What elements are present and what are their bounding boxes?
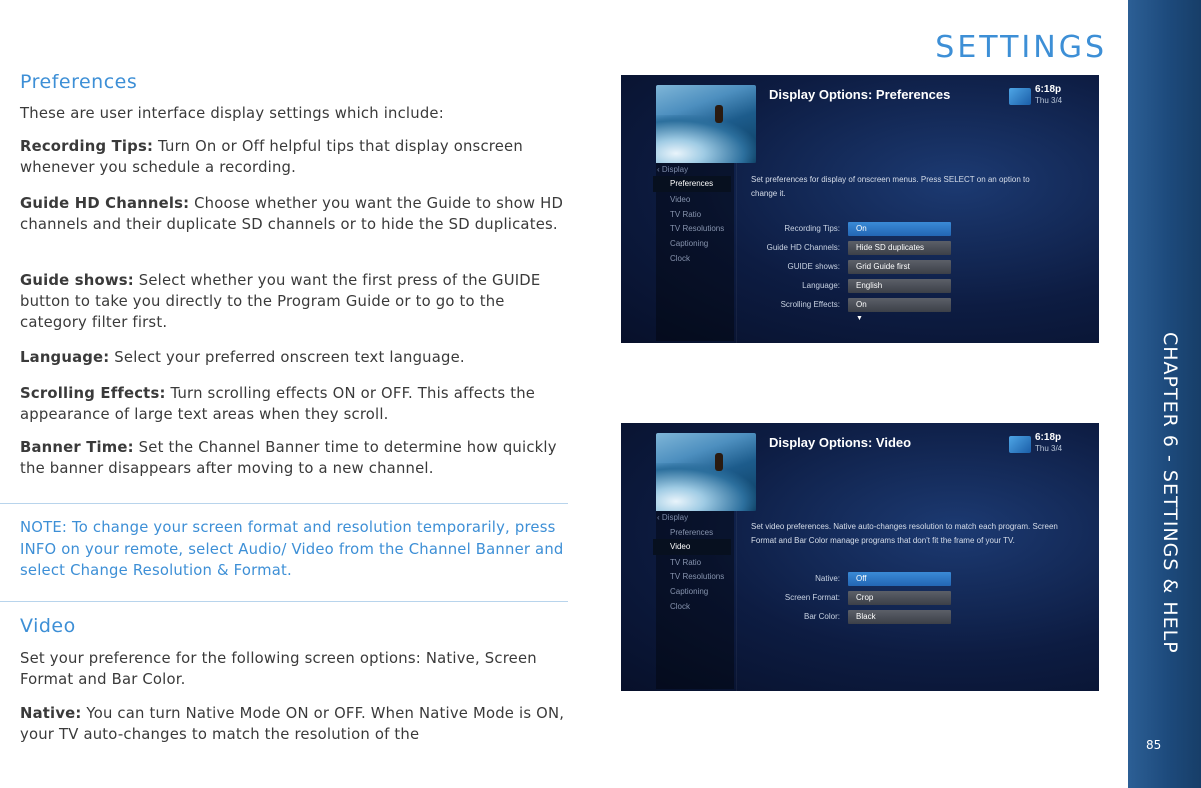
item-recording-tips: Recording Tips: Turn On or Off helpful t… <box>20 136 568 178</box>
menu-item-captioning[interactable]: Captioning <box>670 587 708 596</box>
row-label-scrolling: Scrolling Effects: <box>780 300 840 309</box>
item-guide-shows: Guide shows: Select whether you want the… <box>20 270 568 333</box>
term: Scrolling Effects: <box>20 385 166 402</box>
item-scrolling: Scrolling Effects: Turn scrolling effect… <box>20 383 568 425</box>
panel-divider <box>736 163 737 343</box>
directv-logo-icon <box>1009 88 1031 105</box>
screen-title: Display Options: Preferences <box>769 87 951 102</box>
row-label-guide-shows: GUIDE shows: <box>787 262 840 271</box>
desc: Select your preferred onscreen text lang… <box>109 349 465 366</box>
video-heading: Video <box>20 615 76 637</box>
preferences-intro: These are user interface display setting… <box>20 105 444 122</box>
clock-time: 6:18p <box>1035 84 1062 95</box>
desc: You can turn Native Mode ON or OFF. When… <box>20 705 565 743</box>
clock-time: 6:18p <box>1035 432 1062 443</box>
option-scrolling[interactable]: On <box>848 298 951 312</box>
term: Native: <box>20 705 82 722</box>
screen-title: Display Options: Video <box>769 435 912 450</box>
menu-back-label: Display <box>661 513 689 522</box>
clock-date: Thu 3/4 <box>1035 96 1063 105</box>
screen-description: Set video preferences. Native auto-chang… <box>751 522 1058 545</box>
screen-description: Set preferences for display of onscreen … <box>751 175 1030 198</box>
row-label-native: Native: <box>815 574 840 583</box>
surfer-graphic <box>715 105 723 123</box>
option-language[interactable]: English <box>848 279 951 293</box>
term: Language: <box>20 349 110 366</box>
surfer-graphic <box>715 453 723 471</box>
row-label-bar-color: Bar Color: <box>803 612 840 621</box>
menu-back[interactable]: ‹ Display <box>657 165 688 174</box>
option-screen-format[interactable]: Crop <box>848 591 951 605</box>
menu-item-tv-ratio[interactable]: TV Ratio <box>670 210 701 219</box>
item-banner-time: Banner Time: Set the Channel Banner time… <box>20 437 568 479</box>
item-language: Language: Select your preferred onscreen… <box>20 347 568 368</box>
row-label-guide-hd: Guide HD Channels: <box>766 243 840 252</box>
menu-back-label: Display <box>661 165 689 174</box>
menu-item-clock[interactable]: Clock <box>670 602 690 611</box>
menu-item-tv-resolutions[interactable]: TV Resolutions <box>670 224 724 233</box>
option-guide-hd[interactable]: Hide SD duplicates <box>848 241 951 255</box>
term: Guide shows: <box>20 272 134 289</box>
term: Recording Tips: <box>20 138 154 155</box>
item-native: Native: You can turn Native Mode ON or O… <box>20 703 568 745</box>
row-label-recording-tips: Recording Tips: <box>784 224 840 233</box>
option-recording-tips[interactable]: On <box>848 222 951 236</box>
section-title: SETTINGS <box>935 30 1107 65</box>
option-bar-color[interactable]: Black <box>848 610 951 624</box>
page-number: 85 <box>1146 738 1162 752</box>
option-guide-shows[interactable]: Grid Guide first <box>848 260 951 274</box>
menu-item-preferences[interactable]: Preferences <box>653 176 731 192</box>
term: Guide HD Channels: <box>20 195 190 212</box>
preferences-heading: Preferences <box>20 71 138 93</box>
menu-panel <box>656 511 734 689</box>
menu-back[interactable]: ‹ Display <box>657 513 688 522</box>
menu-item-video[interactable]: Video <box>653 539 731 555</box>
chapter-label: CHAPTER 6 - SETTINGS & HELP <box>1159 332 1181 654</box>
menu-item-captioning[interactable]: Captioning <box>670 239 708 248</box>
video-intro: Set your preference for the following sc… <box>20 650 537 688</box>
row-label-screen-format: Screen Format: <box>784 593 840 602</box>
clock-date: Thu 3/4 <box>1035 444 1063 453</box>
panel-divider <box>736 511 737 691</box>
wave-graphic <box>656 463 756 511</box>
wave-graphic <box>656 115 756 163</box>
note-box: NOTE: To change your screen format and r… <box>0 503 568 602</box>
menu-item-preferences[interactable]: Preferences <box>670 528 713 537</box>
menu-item-video[interactable]: Video <box>670 195 690 204</box>
directv-logo-icon <box>1009 436 1031 453</box>
menu-item-tv-ratio[interactable]: TV Ratio <box>670 558 701 567</box>
row-label-language: Language: <box>802 281 840 290</box>
menu-item-tv-resolutions[interactable]: TV Resolutions <box>670 572 724 581</box>
item-guide-hd: Guide HD Channels: Choose whether you wa… <box>20 193 568 235</box>
tv-screenshot-video: Display Options: Video 6:18p Thu 3/4 ‹ D… <box>621 423 1099 691</box>
term: Banner Time: <box>20 439 134 456</box>
scroll-down-icon[interactable]: ▼ <box>856 315 863 322</box>
menu-item-clock[interactable]: Clock <box>670 254 690 263</box>
option-native[interactable]: Off <box>848 572 951 586</box>
tv-screenshot-preferences: Display Options: Preferences 6:18p Thu 3… <box>621 75 1099 343</box>
note-text: NOTE: To change your screen format and r… <box>20 519 564 579</box>
